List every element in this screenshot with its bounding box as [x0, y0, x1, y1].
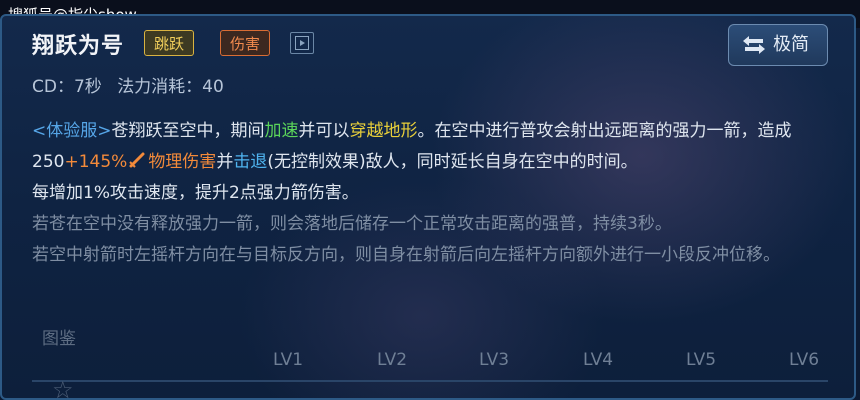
keyword-terrain: 穿越地形: [349, 121, 418, 141]
level-divider: [32, 380, 828, 382]
gallery-label: 图鉴: [42, 329, 76, 349]
description-paragraph-4: 若空中射箭时左摇杆方向在与目标反方向，则自身在射箭后向左摇杆方向额外进行一小段反…: [32, 245, 780, 265]
keyword-speed: 加速: [264, 121, 299, 141]
tag-damage: 伤害: [220, 30, 271, 56]
level-tab-4[interactable]: LV4: [583, 350, 613, 370]
skill-name: 翔跃为号: [32, 34, 125, 59]
desc-text: (无控制效果)敌人，同时延长自身在空中的时间。: [267, 152, 638, 172]
star-icon: ☆: [52, 376, 74, 400]
level-tab-1[interactable]: LV1: [273, 350, 303, 370]
level-tab-5[interactable]: LV5: [686, 350, 716, 370]
damage-scaling: +145%: [64, 152, 128, 172]
description-paragraph-2: 每增加1%攻击速度，提升2点强力箭伤害。: [32, 183, 359, 203]
desc-text: 苍翔跃至空中，期间: [111, 121, 265, 141]
mana-cost-text: 法力消耗：40: [117, 77, 224, 97]
simple-mode-button[interactable]: 极简: [728, 24, 828, 66]
level-tab-6[interactable]: LV6: [789, 350, 819, 370]
description-paragraph-3: 若苍在空中没有释放强力一箭，则会落地后储存一个正常攻击距离的强普，持续3秒。: [32, 214, 672, 234]
desc-text: 并可以: [298, 121, 350, 141]
play-video-button[interactable]: [290, 32, 314, 54]
skill-description: <体验服>苍翔跃至空中，期间加速并可以穿越地形。在空中进行普攻会射出远距离的强力…: [32, 116, 840, 271]
keyword-knockback: 击退: [233, 152, 268, 172]
physical-damage-icon: [129, 152, 145, 168]
keyword-physical-damage: 物理伤害: [148, 152, 217, 172]
simple-mode-label: 极简: [773, 34, 809, 55]
level-tab-3[interactable]: LV3: [479, 350, 509, 370]
trial-server-tag: <体验服>: [32, 121, 112, 141]
description-paragraph-1: <体验服>苍翔跃至空中，期间加速并可以穿越地形。在空中进行普攻会射出远距离的强力…: [32, 116, 840, 178]
play-icon: [295, 36, 309, 50]
level-tab-2[interactable]: LV2: [377, 350, 407, 370]
swap-icon: [743, 36, 765, 54]
level-row: LV1 LV2 LV3 LV4 LV5 LV6: [2, 350, 854, 378]
desc-text: 并: [216, 152, 234, 172]
tag-jump: 跳跃: [144, 30, 195, 56]
skill-cost-line: CD：7秒 法力消耗：40: [32, 72, 234, 97]
cooldown-text: CD：7秒: [32, 77, 102, 97]
skill-detail-panel: 翔跃为号 跳跃 伤害 CD：7秒 法力消耗：40 极简 <体验服>苍翔跃至空中，…: [0, 14, 856, 400]
